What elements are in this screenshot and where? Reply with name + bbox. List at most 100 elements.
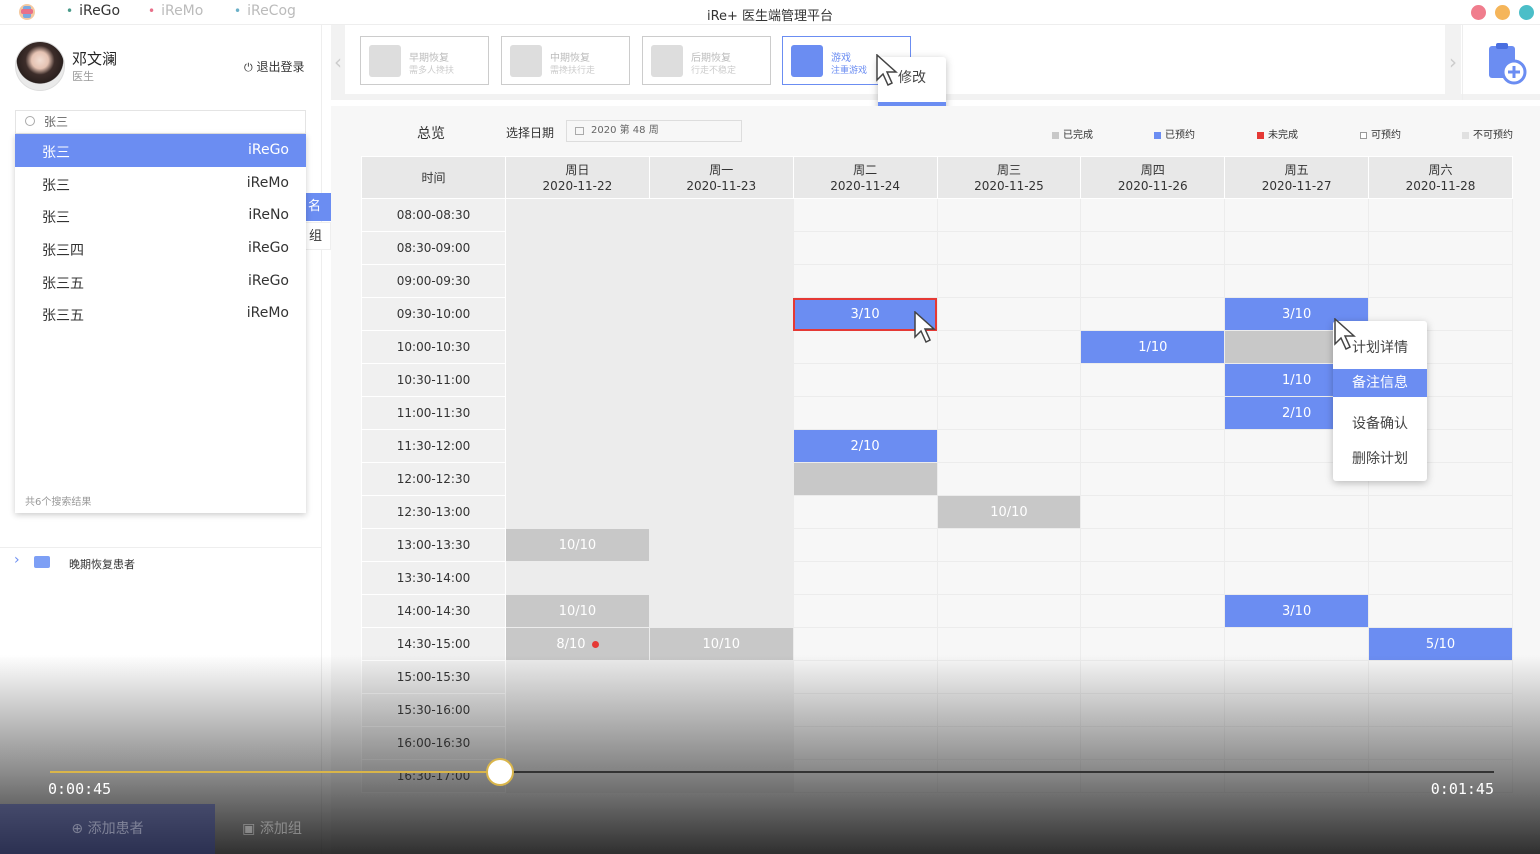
schedule-cell[interactable] (792, 396, 938, 430)
schedule-cell[interactable] (648, 297, 794, 331)
schedule-cell[interactable] (936, 462, 1082, 496)
schedule-cell[interactable] (648, 495, 794, 529)
schedule-cell[interactable] (1224, 528, 1370, 562)
schedule-cell[interactable]: 10/10 (505, 528, 650, 562)
logout-button[interactable]: ⏻ 退出登录 (244, 58, 305, 75)
schedule-cell[interactable] (936, 363, 1082, 397)
chevron-left-icon[interactable]: ‹ (331, 25, 345, 100)
schedule-cell[interactable] (1080, 528, 1226, 562)
schedule-cell[interactable] (792, 594, 938, 628)
schedule-cell[interactable] (505, 198, 650, 232)
card-early-recovery[interactable]: 早期恢复 需多人搀扶 (360, 36, 489, 85)
schedule-cell[interactable] (648, 198, 794, 232)
week-picker[interactable]: 2020 第 48 周 (566, 120, 742, 142)
schedule-cell[interactable] (1080, 396, 1226, 430)
schedule-cell[interactable] (505, 462, 650, 496)
schedule-cell[interactable] (936, 561, 1082, 595)
menu-item-note[interactable]: 备注信息 (1333, 369, 1427, 397)
schedule-cell[interactable] (1080, 231, 1226, 265)
schedule-cell[interactable] (505, 561, 650, 595)
schedule-cell[interactable] (1368, 495, 1513, 529)
schedule-cell[interactable] (792, 264, 938, 298)
search-result-item[interactable]: 张三五 iReGo (15, 265, 306, 298)
schedule-cell[interactable]: 10/10 (936, 495, 1082, 529)
schedule-cell[interactable] (1224, 561, 1370, 595)
search-result-item[interactable]: 张三 iReGo (15, 134, 306, 167)
schedule-cell[interactable] (936, 231, 1082, 265)
schedule-cell[interactable] (648, 462, 794, 496)
maximize-button[interactable] (1519, 5, 1534, 20)
schedule-cell[interactable] (505, 297, 650, 331)
schedule-cell[interactable] (936, 528, 1082, 562)
schedule-cell[interactable] (936, 594, 1082, 628)
schedule-cell[interactable] (648, 330, 794, 364)
add-plan-button[interactable] (1462, 25, 1540, 100)
schedule-cell[interactable]: 3/10 (1224, 594, 1370, 628)
schedule-cell[interactable] (1368, 594, 1513, 628)
avatar[interactable] (15, 41, 65, 91)
schedule-cell[interactable] (648, 396, 794, 430)
schedule-cell[interactable] (1368, 528, 1513, 562)
schedule-cell[interactable]: 10/10 (505, 594, 650, 628)
schedule-cell[interactable] (648, 561, 794, 595)
schedule-cell[interactable] (936, 396, 1082, 430)
search-result-item[interactable]: 张三 iReNo (15, 199, 306, 232)
schedule-cell[interactable] (1368, 264, 1513, 298)
schedule-cell[interactable] (1080, 363, 1226, 397)
add-group-button[interactable]: ▣ 添加组 (215, 804, 329, 854)
card-mid-recovery[interactable]: 中期恢复 需搀扶行走 (501, 36, 630, 85)
schedule-cell[interactable] (936, 330, 1082, 364)
schedule-cell[interactable] (505, 264, 650, 298)
schedule-cell[interactable] (1080, 594, 1226, 628)
schedule-cell[interactable] (505, 495, 650, 529)
schedule-cell[interactable] (1080, 495, 1226, 529)
schedule-cell[interactable] (792, 495, 938, 529)
schedule-cell[interactable] (792, 231, 938, 265)
schedule-cell[interactable] (648, 231, 794, 265)
schedule-cell[interactable] (1080, 198, 1226, 232)
schedule-cell[interactable] (792, 561, 938, 595)
search-result-item[interactable]: 张三五 iReMo (15, 297, 306, 330)
schedule-cell[interactable] (1224, 231, 1370, 265)
menu-item-device-confirm[interactable]: 设备确认 (1333, 413, 1427, 433)
schedule-cell[interactable] (648, 264, 794, 298)
schedule-cell[interactable] (648, 363, 794, 397)
schedule-cell[interactable] (1224, 495, 1370, 529)
schedule-cell[interactable] (505, 429, 650, 463)
schedule-cell[interactable] (1368, 231, 1513, 265)
search-input[interactable]: 张三 (15, 110, 306, 134)
schedule-cell[interactable] (1080, 561, 1226, 595)
schedule-cell[interactable] (1080, 297, 1226, 331)
schedule-cell[interactable]: 2/10 (792, 429, 938, 463)
schedule-cell[interactable] (648, 528, 794, 562)
video-progress-track[interactable] (50, 771, 1494, 773)
schedule-cell[interactable] (936, 297, 1082, 331)
close-button[interactable] (1471, 5, 1486, 20)
schedule-cell[interactable] (792, 198, 938, 232)
group-row-late-recovery[interactable]: › 晚期恢复患者 (0, 547, 321, 577)
search-result-item[interactable]: 张三 iReMo (15, 167, 306, 200)
card-late-recovery[interactable]: 后期恢复 行走不稳定 (642, 36, 771, 85)
schedule-cell[interactable] (936, 198, 1082, 232)
schedule-cell[interactable] (1368, 561, 1513, 595)
minimize-button[interactable] (1495, 5, 1510, 20)
schedule-cell[interactable] (792, 528, 938, 562)
schedule-cell[interactable] (936, 429, 1082, 463)
schedule-cell[interactable] (1080, 429, 1226, 463)
schedule-cell[interactable] (1224, 264, 1370, 298)
menu-item-delete-plan[interactable]: 删除计划 (1333, 448, 1427, 468)
schedule-cell[interactable] (792, 462, 938, 496)
video-scrubber-handle[interactable] (486, 758, 515, 786)
schedule-cell[interactable] (792, 363, 938, 397)
hidden-tab-2[interactable]: 组 (305, 222, 331, 250)
hidden-tab-1[interactable]: 名 (305, 193, 331, 221)
schedule-cell[interactable] (505, 363, 650, 397)
schedule-cell[interactable] (505, 396, 650, 430)
schedule-cell[interactable] (648, 429, 794, 463)
schedule-cell[interactable] (505, 330, 650, 364)
schedule-cell[interactable] (1368, 198, 1513, 232)
add-patient-button[interactable]: ⊕ 添加患者 (0, 804, 215, 854)
schedule-cell[interactable] (936, 264, 1082, 298)
chevron-right-icon[interactable]: › (1445, 25, 1461, 100)
schedule-cell[interactable]: 1/10 (1080, 330, 1226, 364)
